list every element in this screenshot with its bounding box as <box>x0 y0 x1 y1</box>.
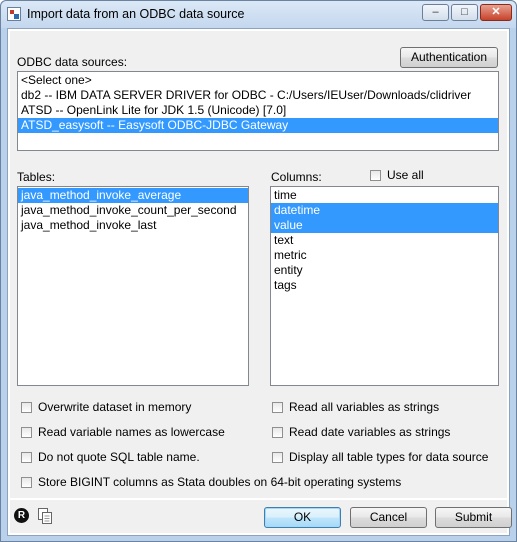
source-list-item[interactable]: ATSD -- OpenLink Lite for JDK 1.5 (Unico… <box>18 103 498 118</box>
copy-icon[interactable] <box>37 507 53 525</box>
lowercase-checkbox[interactable]: Read variable names as lowercase <box>21 425 225 439</box>
lowercase-box[interactable] <box>21 426 32 438</box>
overwrite-box[interactable] <box>21 401 32 413</box>
date-strings-checkbox[interactable]: Read date variables as strings <box>272 425 450 439</box>
no-quote-checkbox[interactable]: Do not quote SQL table name. <box>21 450 200 464</box>
column-list-item[interactable]: entity <box>271 263 498 278</box>
source-list-item[interactable]: ATSD_easysoft -- Easysoft ODBC-JDBC Gate… <box>18 118 498 133</box>
bigint-label: Store BIGINT columns as Stata doubles on… <box>38 475 402 489</box>
source-list-item[interactable]: <Select one> <box>18 73 498 88</box>
date-strings-label: Read date variables as strings <box>289 425 451 439</box>
overwrite-label: Overwrite dataset in memory <box>38 400 192 414</box>
authentication-button[interactable]: Authentication <box>400 47 498 68</box>
use-all-label: Use all <box>387 168 424 182</box>
date-strings-box[interactable] <box>272 426 283 438</box>
column-list-item[interactable]: time <box>271 188 498 203</box>
bigint-box[interactable] <box>21 476 32 488</box>
button-bar: R OK Cancel Submit <box>10 500 512 533</box>
minimize-button[interactable]: – <box>422 4 449 21</box>
sources-list[interactable]: <Select one> db2 -- IBM DATA SERVER DRIVE… <box>17 71 499 151</box>
stata-icon <box>7 7 21 21</box>
help-icon[interactable]: R <box>14 508 29 523</box>
column-list-item[interactable]: text <box>271 233 498 248</box>
columns-list[interactable]: time datetime value text metric entity tags <box>270 186 499 386</box>
table-list-item[interactable]: java_method_invoke_last <box>18 218 248 233</box>
sources-label: ODBC data sources: <box>17 55 128 69</box>
table-list-item[interactable]: java_method_invoke_average <box>18 188 248 203</box>
tables-label: Tables: <box>17 170 56 184</box>
all-table-types-label: Display all table types for data source <box>289 450 489 464</box>
column-list-item[interactable]: tags <box>271 278 498 293</box>
use-all-checkbox[interactable]: Use all <box>370 168 424 182</box>
dialog-window: Import data from an ODBC data source – □… <box>0 0 517 542</box>
read-all-strings-label: Read all variables as strings <box>289 400 440 414</box>
column-list-item[interactable]: value <box>271 218 498 233</box>
ok-button[interactable]: OK <box>264 507 341 528</box>
column-list-item[interactable]: datetime <box>271 203 498 218</box>
use-all-box[interactable] <box>370 169 381 181</box>
all-table-types-box[interactable] <box>272 451 283 463</box>
no-quote-box[interactable] <box>21 451 32 463</box>
column-list-item[interactable]: metric <box>271 248 498 263</box>
submit-button[interactable]: Submit <box>435 507 512 528</box>
lowercase-label: Read variable names as lowercase <box>38 425 225 439</box>
read-all-strings-checkbox[interactable]: Read all variables as strings <box>272 400 439 414</box>
cancel-button[interactable]: Cancel <box>350 507 427 528</box>
no-quote-label: Do not quote SQL table name. <box>38 450 200 464</box>
maximize-button[interactable]: □ <box>451 4 478 21</box>
bigint-checkbox[interactable]: Store BIGINT columns as Stata doubles on… <box>21 475 401 489</box>
read-all-strings-box[interactable] <box>272 401 283 413</box>
dialog-client: ODBC data sources: Authentication <Selec… <box>7 28 512 536</box>
table-list-item[interactable]: java_method_invoke_count_per_second <box>18 203 248 218</box>
window-title: Import data from an ODBC data source <box>27 7 245 21</box>
columns-label: Columns: <box>271 170 322 184</box>
all-table-types-checkbox[interactable]: Display all table types for data source <box>272 450 488 464</box>
source-list-item[interactable]: db2 -- IBM DATA SERVER DRIVER for ODBC -… <box>18 88 498 103</box>
overwrite-checkbox[interactable]: Overwrite dataset in memory <box>21 400 191 414</box>
close-button[interactable]: ✕ <box>480 4 512 21</box>
title-bar[interactable]: Import data from an ODBC data source – □… <box>1 1 516 28</box>
options-panel: ODBC data sources: Authentication <Selec… <box>10 31 507 498</box>
tables-list[interactable]: java_method_invoke_average java_method_in… <box>17 186 249 386</box>
